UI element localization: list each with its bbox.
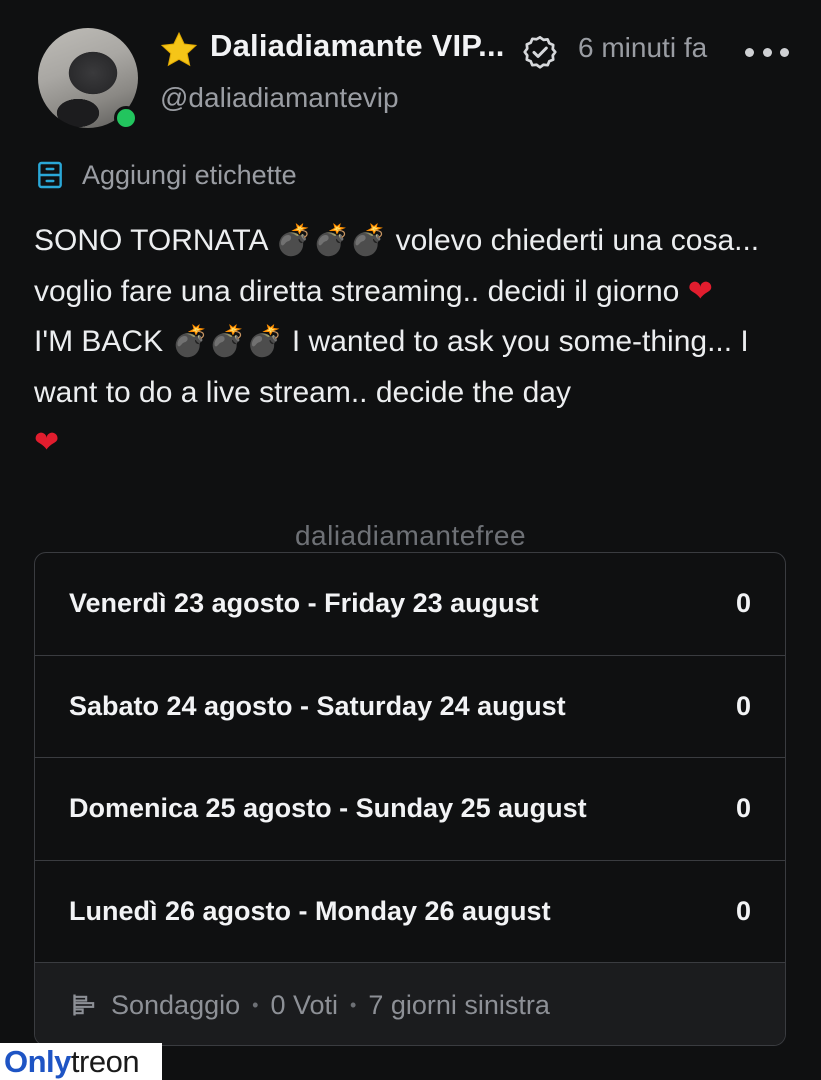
post-body: SONO TORNATA 💣💣💣 volevo chiederti una co…	[34, 216, 804, 469]
poll-option-label: Domenica 25 agosto - Sunday 25 august	[69, 793, 587, 824]
poll-option[interactable]: Lunedì 26 agosto - Monday 26 august 0	[35, 861, 785, 963]
author-display-name[interactable]: Daliadiamante VIP...	[210, 28, 505, 64]
poll-option[interactable]: Venerdì 23 agosto - Friday 23 august 0	[35, 553, 785, 656]
poll-option-label: Venerdì 23 agosto - Friday 23 august	[69, 588, 539, 619]
verified-badge-icon	[523, 35, 557, 69]
tag-icon	[38, 161, 62, 189]
poll-option-votes: 0	[735, 588, 751, 619]
heart-emoji-icon: ❤	[34, 425, 60, 460]
avatar-container[interactable]	[38, 28, 138, 130]
more-options-icon[interactable]	[745, 34, 789, 70]
poll-option-label: Lunedì 26 agosto - Monday 26 august	[69, 895, 551, 926]
add-tags-button[interactable]: Aggiungi etichette	[34, 155, 297, 195]
site-watermark-logo: Only treon	[0, 1043, 162, 1080]
poll-option-label: Sabato 24 agosto - Saturday 24 august	[69, 690, 566, 721]
poll-option-votes: 0	[735, 793, 751, 824]
author-handle[interactable]: @daliadiamantevip	[160, 82, 399, 114]
post-text-english: I'M BACK 💣💣💣 I wanted to ask you some-th…	[34, 317, 804, 469]
post-text-italian: SONO TORNATA 💣💣💣 volevo chiederti una co…	[34, 216, 804, 317]
separator-dot: •	[350, 994, 357, 1015]
bomb-emoji-icon: 💣	[208, 324, 247, 359]
online-status-dot	[114, 106, 138, 130]
poll-chart-icon	[73, 994, 95, 1016]
bomb-emoji-icon: 💣	[349, 223, 388, 258]
post-text-it-part1: SONO TORNATA	[34, 224, 267, 257]
poll: Venerdì 23 agosto - Friday 23 august 0 S…	[34, 552, 786, 1046]
poll-option[interactable]: Domenica 25 agosto - Sunday 25 august 0	[35, 758, 785, 861]
creator-watermark: daliadiamantefree	[294, 520, 527, 551]
site-watermark-part1: Only	[4, 1043, 71, 1079]
bomb-emoji-icon: 💣	[312, 223, 350, 258]
poll-option[interactable]: Sabato 24 agosto - Saturday 24 august 0	[35, 656, 785, 758]
bomb-emoji-icon: 💣	[171, 324, 209, 359]
bomb-emoji-icon: 💣	[275, 223, 313, 258]
poll-vote-count: 0 Voti	[270, 989, 338, 1020]
poll-time-remaining: 7 giorni sinistra	[368, 989, 550, 1020]
poll-footer: Sondaggio • 0 Voti • 7 giorni sinistra	[35, 963, 785, 1045]
poll-option-votes: 0	[735, 690, 751, 721]
post-timestamp: 6 minuti fa	[578, 32, 708, 63]
star-icon	[160, 31, 198, 67]
poll-option-votes: 0	[735, 895, 751, 926]
site-watermark-part2: treon	[70, 1043, 140, 1079]
heart-emoji-icon: ❤	[687, 273, 713, 309]
add-tags-label: Aggiungi etichette	[82, 159, 297, 190]
post-header: Daliadiamante VIP... 6 minuti fa @daliad…	[0, 0, 821, 140]
post-text-en-part1: I'M BACK	[34, 325, 164, 358]
poll-type-label: Sondaggio	[111, 989, 241, 1020]
bomb-emoji-icon: 💣	[246, 324, 284, 359]
separator-dot: •	[252, 994, 259, 1015]
